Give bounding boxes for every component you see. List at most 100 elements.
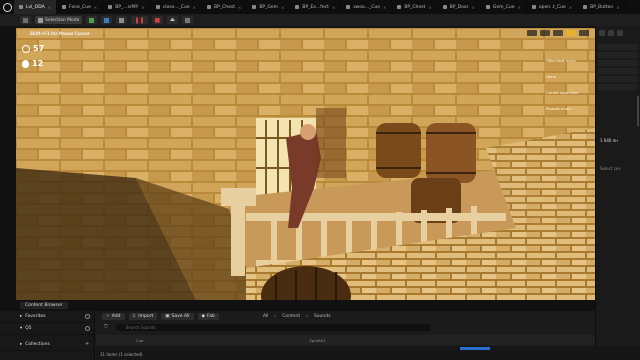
close-icon[interactable]: × [48, 5, 51, 10]
outliner-row[interactable] [598, 44, 638, 50]
close-icon[interactable]: × [281, 5, 284, 10]
blueprint-button[interactable] [101, 16, 113, 24]
settings-icon[interactable] [608, 30, 614, 36]
search-row: ⛉ Search Sounds [96, 322, 595, 331]
inventory-item[interactable]: Синий кристалл [546, 90, 578, 95]
tab-label: BP_...srMY [115, 4, 139, 10]
filter-icon[interactable]: ⛉ [104, 324, 108, 330]
favorites-section[interactable]: ▸ Favorites [0, 311, 94, 323]
selection-mode-dropdown[interactable]: Selection Mode [35, 16, 83, 24]
chevron-right-icon: ▸ [20, 342, 23, 347]
details-value: 1 640 лн [600, 138, 618, 143]
outliner-row[interactable] [598, 76, 638, 82]
tab-label: swoo..._Cue [353, 4, 380, 10]
fab-button[interactable]: ◆ Fab [197, 313, 219, 320]
inventory-item[interactable]: Рыжий ключ [546, 106, 578, 111]
content-browser-tab[interactable]: Content Browser [20, 302, 68, 309]
close-icon[interactable] [617, 30, 623, 36]
outliner-row[interactable] [598, 60, 638, 66]
document-tab[interactable]: BP_Gem × [247, 0, 291, 14]
tab-label: BP_Chest [214, 4, 235, 10]
document-tab[interactable]: open..t_Cue × [527, 0, 579, 14]
close-icon[interactable]: × [569, 5, 572, 10]
document-tab[interactable]: BP_Chest × [202, 0, 248, 14]
asset-type-icon [531, 5, 536, 9]
chevron-right-icon: › [274, 314, 277, 319]
document-tab[interactable]: BP_Chest × [392, 0, 438, 14]
plus-icon: + [106, 314, 110, 319]
document-tab[interactable]: Fone_Cue × [57, 0, 104, 14]
close-icon[interactable]: × [332, 5, 335, 10]
viewport-options [527, 30, 589, 36]
grid-snap-icon[interactable] [566, 30, 576, 36]
close-icon[interactable]: × [616, 5, 619, 10]
outliner-row[interactable] [598, 68, 638, 74]
collections-section[interactable]: ▸ Collections + [0, 339, 94, 351]
eject-button[interactable]: ⏏ [167, 16, 178, 24]
inventory-item[interactable]: Цепь [546, 74, 578, 79]
pause-button[interactable]: ❚❚ [131, 16, 148, 24]
platforms-button[interactable] [181, 16, 193, 24]
filter-icon[interactable] [599, 30, 605, 36]
flame-icon [22, 59, 29, 68]
document-tab[interactable]: Gem_Cue × [481, 0, 527, 14]
left-strip [0, 26, 16, 300]
close-icon[interactable]: × [238, 5, 241, 10]
tab-label: close..._Cue [162, 4, 190, 10]
tab-label: Fone_Cue [69, 4, 91, 10]
add-icon[interactable]: + [85, 341, 90, 347]
asset-label[interactable]: Sprint01 [309, 338, 325, 343]
breadcrumb-item[interactable]: Sounds [314, 314, 331, 319]
close-icon[interactable]: × [141, 5, 144, 10]
search-icon[interactable] [85, 314, 90, 319]
close-icon[interactable]: × [472, 5, 475, 10]
document-tab[interactable]: BP_Door × [438, 0, 481, 14]
outliner-row[interactable] [598, 52, 638, 58]
level-viewport[interactable]: Shift+F1 for Mouse Cursor 57 12 Обычный … [16, 28, 595, 300]
chevron-right-icon: › [306, 314, 308, 319]
tab-label: BP_Ex...fect [302, 4, 329, 10]
save-icon[interactable] [20, 16, 31, 24]
breadcrumb-item[interactable]: Content [282, 314, 300, 319]
document-tab[interactable]: BP_Button × [578, 0, 626, 14]
document-tab[interactable]: Lvl_ODA × [14, 0, 58, 14]
asset-type-icon [252, 5, 257, 9]
cinematics-button[interactable] [116, 16, 128, 24]
document-tab[interactable]: close..._Cue × [151, 0, 203, 14]
close-icon[interactable]: × [518, 5, 521, 10]
add-actor-button[interactable] [86, 16, 98, 24]
lit-mode-icon[interactable] [540, 30, 550, 36]
unreal-logo-icon[interactable] [0, 0, 14, 14]
selected-asset-bar[interactable] [460, 347, 490, 350]
search-icon[interactable] [85, 326, 90, 331]
camera-speed-icon[interactable] [579, 30, 589, 36]
add-button[interactable]: + Add [102, 313, 125, 320]
show-flags-icon[interactable] [553, 30, 563, 36]
search-input[interactable]: Search Sounds [115, 324, 431, 331]
close-icon[interactable]: × [94, 5, 97, 10]
project-section[interactable]: ▾ Q5 [0, 323, 94, 335]
save-all-button[interactable]: ▣ Save All [161, 313, 194, 320]
asset-type-icon [397, 5, 402, 9]
asset-type-icon [207, 5, 212, 9]
import-button[interactable]: ⇩ Import [128, 313, 158, 320]
breadcrumb: All › Content › Sounds [263, 314, 331, 319]
content-browser-toolbar: + Add ⇩ Import ▣ Save All ◆ Fab All › Conten… [96, 311, 595, 322]
document-tab[interactable]: BP_Ex...fect × [290, 0, 342, 14]
document-tab[interactable]: swoo..._Cue × [341, 0, 393, 14]
close-icon[interactable]: × [428, 5, 431, 10]
stop-button[interactable]: ■ [151, 16, 164, 24]
close-icon[interactable]: × [383, 5, 386, 10]
tab-label: BP_Chest [404, 4, 426, 10]
close-icon[interactable]: × [193, 5, 196, 10]
tab-label: Lvl_ODA [26, 4, 45, 10]
perspective-icon[interactable] [527, 30, 537, 36]
document-tab[interactable]: BP_...srMY × [103, 0, 151, 14]
asset-label[interactable]: Cue [136, 338, 143, 343]
outliner-row[interactable] [598, 84, 638, 90]
outliner-scrollbar[interactable] [637, 96, 639, 126]
inventory-item[interactable]: Обычный ключ [546, 58, 578, 63]
hud-health: 12 [22, 59, 43, 68]
breadcrumb-item[interactable]: All [263, 314, 269, 319]
chevron-down-icon: ▾ [20, 326, 23, 331]
